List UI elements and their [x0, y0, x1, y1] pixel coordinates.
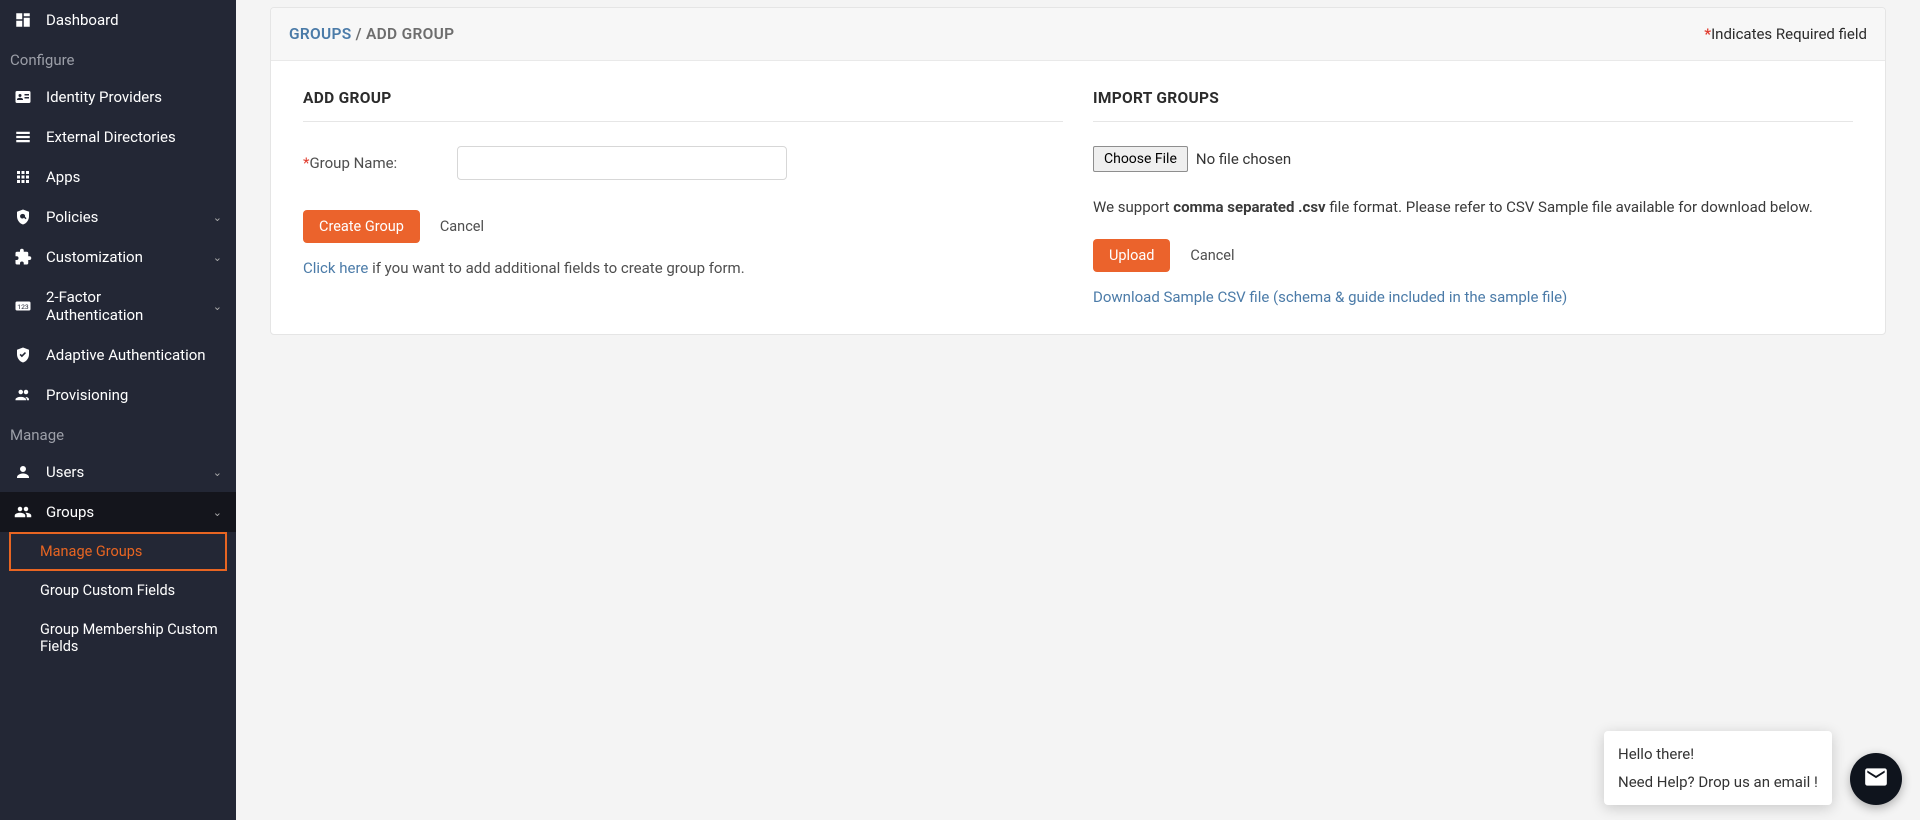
support-bold: comma separated .csv — [1173, 198, 1325, 216]
import-groups-heading: IMPORT GROUPS — [1093, 89, 1853, 107]
required-field-note: *Indicates Required field — [1704, 25, 1867, 43]
sidebar-label: Apps — [46, 168, 80, 186]
sidebar-sub-group-custom-fields[interactable]: Group Custom Fields — [0, 571, 236, 610]
download-sample-csv-link[interactable]: Download Sample CSV file (schema & guide… — [1093, 288, 1567, 306]
add-group-heading: ADD GROUP — [303, 89, 1063, 107]
sidebar-item-two-factor[interactable]: 123 2-Factor Authentication ⌄ — [0, 277, 236, 335]
chat-line-1: Hello there! — [1618, 745, 1818, 763]
group-name-input[interactable] — [457, 146, 787, 180]
chat-line-2: Need Help? Drop us an email ! — [1618, 773, 1818, 791]
sidebar-label: Groups — [46, 503, 94, 521]
sidebar-label: Adaptive Authentication — [46, 346, 206, 364]
svg-text:123: 123 — [17, 303, 29, 311]
support-post: file format. Please refer to CSV Sample … — [1326, 198, 1813, 216]
id-card-icon — [14, 88, 32, 106]
sidebar-label: Customization — [46, 248, 143, 266]
sidebar-item-groups[interactable]: Groups ⌄ — [0, 492, 236, 532]
import-cancel-button[interactable]: Cancel — [1174, 239, 1250, 272]
chat-popup: Hello there! Need Help? Drop us an email… — [1604, 731, 1832, 805]
sidebar-item-customization[interactable]: Customization ⌄ — [0, 237, 236, 277]
group-name-label: *Group Name: — [303, 154, 397, 172]
divider — [303, 121, 1063, 122]
sidebar-item-identity-providers[interactable]: Identity Providers — [0, 77, 236, 117]
cancel-button[interactable]: Cancel — [424, 210, 500, 243]
sidebar-label: Identity Providers — [46, 88, 162, 106]
sidebar-label: Provisioning — [46, 386, 128, 404]
create-group-button[interactable]: Create Group — [303, 210, 420, 243]
upload-button[interactable]: Upload — [1093, 239, 1170, 272]
chevron-down-icon: ⌄ — [213, 211, 222, 224]
dashboard-icon — [14, 11, 32, 29]
card-body: ADD GROUP *Group Name: Create Group Canc… — [271, 61, 1885, 334]
chat-launcher-button[interactable] — [1850, 753, 1902, 805]
sidebar-item-policies[interactable]: Policies ⌄ — [0, 197, 236, 237]
user-icon — [14, 463, 32, 481]
breadcrumb-groups-link[interactable]: GROUPS — [289, 25, 351, 43]
choose-file-button[interactable]: Choose File — [1093, 146, 1188, 172]
required-note-text: Indicates Required field — [1711, 25, 1867, 43]
add-fields-hint: Click here if you want to add additional… — [303, 259, 1063, 277]
sidebar-label: 2-Factor Authentication — [46, 288, 199, 324]
card-header: GROUPS / ADD GROUP *Indicates Required f… — [271, 8, 1885, 61]
support-pre: We support — [1093, 198, 1173, 216]
list-icon — [14, 128, 32, 146]
sidebar-item-users[interactable]: Users ⌄ — [0, 452, 236, 492]
import-actions: Upload Cancel — [1093, 239, 1853, 272]
add-group-actions: Create Group Cancel — [303, 210, 1063, 243]
import-groups-column: IMPORT GROUPS Choose File No file chosen… — [1093, 89, 1853, 306]
add-group-column: ADD GROUP *Group Name: Create Group Canc… — [303, 89, 1063, 306]
apps-grid-icon — [14, 168, 32, 186]
shield-check-icon — [14, 346, 32, 364]
file-status-text: No file chosen — [1196, 150, 1291, 168]
breadcrumb-current: ADD GROUP — [366, 25, 454, 43]
main-content: GROUPS / ADD GROUP *Indicates Required f… — [236, 0, 1920, 820]
sidebar-item-apps[interactable]: Apps — [0, 157, 236, 197]
breadcrumb-sep: / — [356, 25, 366, 43]
sidebar-item-external-directories[interactable]: External Directories — [0, 117, 236, 157]
group-name-label-text: Group Name: — [309, 154, 397, 172]
sidebar: Dashboard Configure Identity Providers E… — [0, 0, 236, 820]
file-picker-row: Choose File No file chosen — [1093, 146, 1853, 172]
breadcrumb: GROUPS / ADD GROUP — [289, 25, 454, 43]
click-here-link[interactable]: Click here — [303, 259, 368, 277]
divider — [1093, 121, 1853, 122]
chevron-down-icon: ⌄ — [213, 506, 222, 519]
hint-rest-text: if you want to add additional fields to … — [368, 259, 744, 277]
sidebar-item-dashboard[interactable]: Dashboard — [0, 0, 236, 40]
add-group-card: GROUPS / ADD GROUP *Indicates Required f… — [270, 7, 1886, 335]
sidebar-label: Policies — [46, 208, 98, 226]
chevron-down-icon: ⌄ — [213, 251, 222, 264]
chevron-down-icon: ⌄ — [213, 300, 222, 313]
numeric-icon: 123 — [14, 297, 32, 315]
chevron-down-icon: ⌄ — [213, 466, 222, 479]
sidebar-section-configure: Configure — [0, 40, 236, 77]
sidebar-label: Dashboard — [46, 11, 119, 29]
sidebar-label: External Directories — [46, 128, 176, 146]
sidebar-sub-manage-groups[interactable]: Manage Groups — [9, 532, 227, 571]
sidebar-sub-group-membership-custom[interactable]: Group Membership Custom Fields — [0, 610, 236, 666]
sidebar-section-manage: Manage — [0, 415, 236, 452]
mail-icon — [1863, 764, 1889, 794]
csv-support-text: We support comma separated .csv file for… — [1093, 196, 1853, 219]
group-name-row: *Group Name: — [303, 146, 1063, 180]
sidebar-item-adaptive-auth[interactable]: Adaptive Authentication — [0, 335, 236, 375]
puzzle-icon — [14, 248, 32, 266]
shield-search-icon — [14, 208, 32, 226]
users-sync-icon — [14, 386, 32, 404]
sidebar-label: Users — [46, 463, 84, 481]
group-icon — [14, 503, 32, 521]
sidebar-item-provisioning[interactable]: Provisioning — [0, 375, 236, 415]
